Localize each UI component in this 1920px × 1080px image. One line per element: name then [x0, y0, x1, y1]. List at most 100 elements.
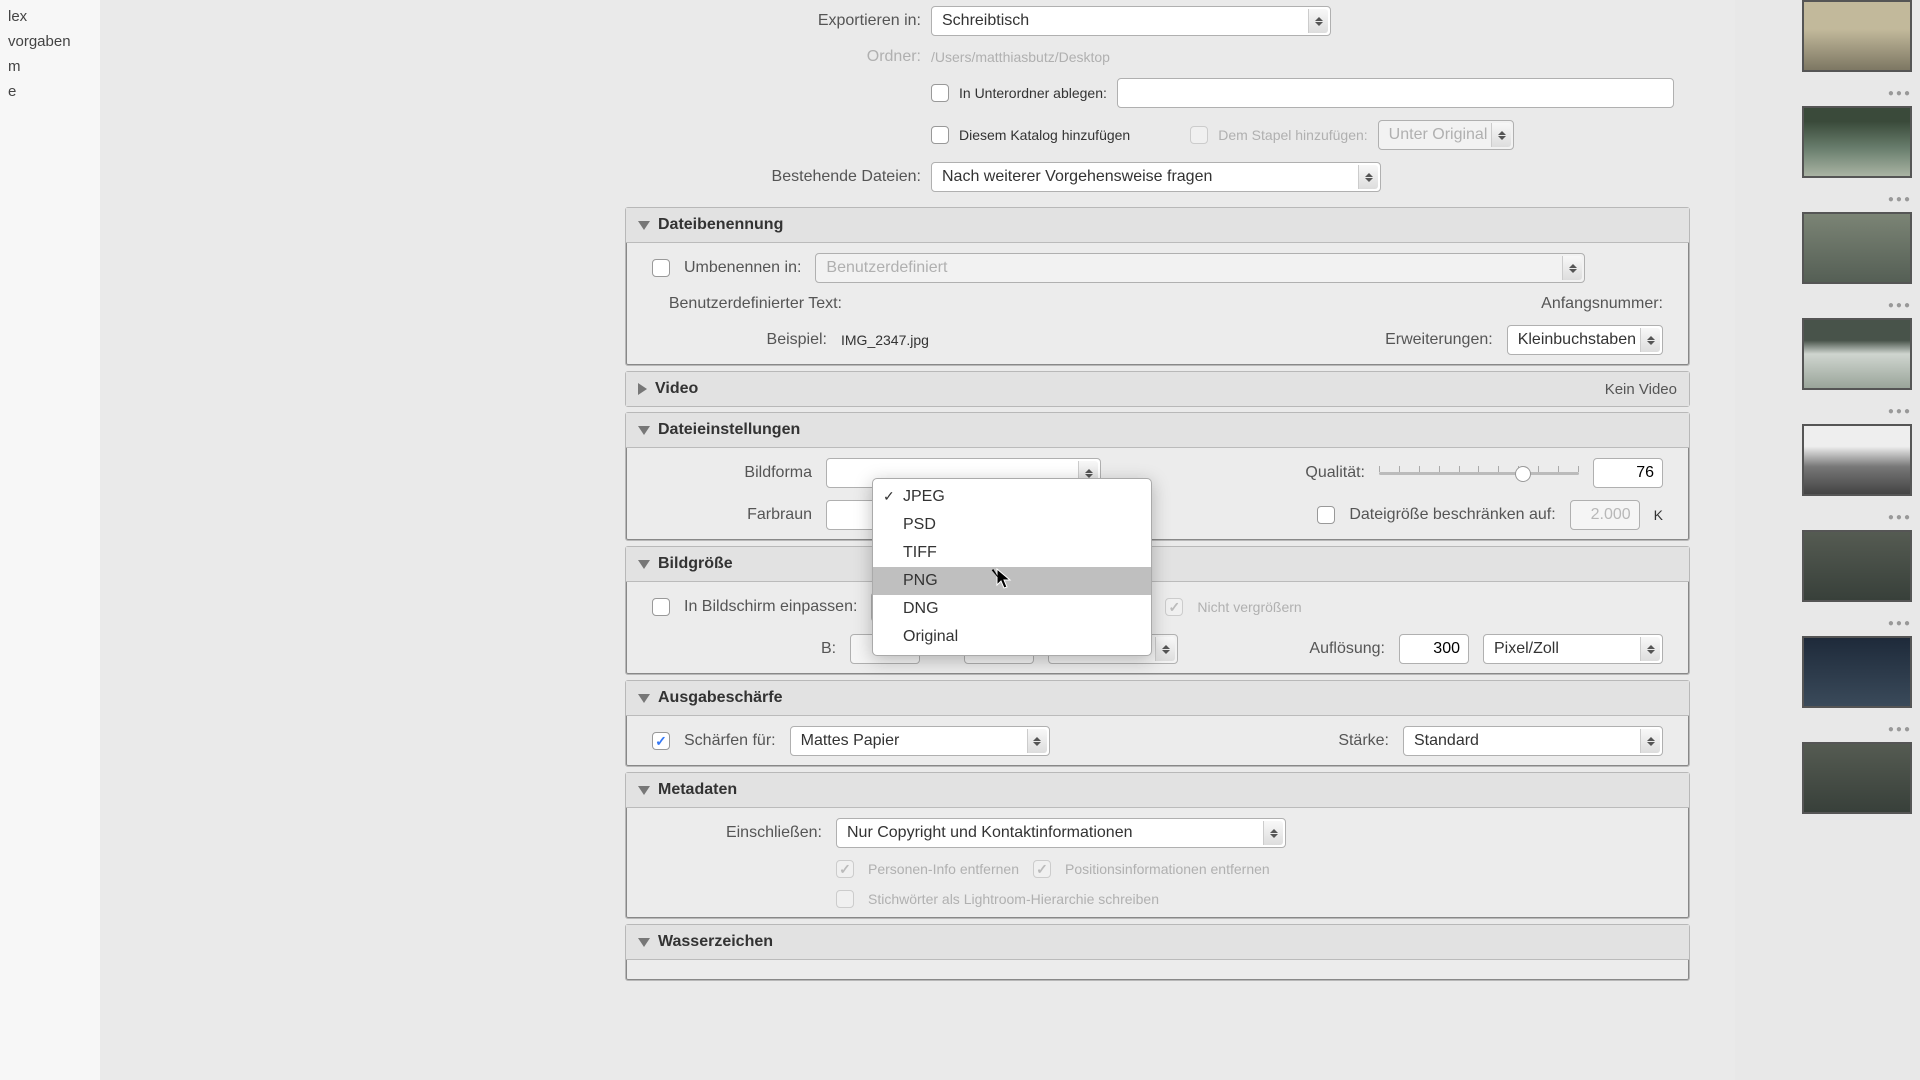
section-head-watermark[interactable]: Wasserzeichen — [626, 925, 1689, 960]
video-summary: Kein Video — [1605, 381, 1677, 398]
extensions-label: Erweiterungen: — [1385, 331, 1493, 349]
thumbnail[interactable] — [1802, 742, 1912, 814]
stack-dots-icon: ●●● — [1888, 300, 1912, 312]
stack-dots-icon: ●●● — [1888, 194, 1912, 206]
dont-enlarge-label: Nicht vergrößern — [1197, 599, 1301, 615]
limit-size-unit: K — [1654, 507, 1663, 523]
tree-item[interactable]: m — [0, 54, 100, 79]
export-to-select[interactable]: Schreibtisch — [931, 6, 1331, 36]
colorspace-label: Farbraun — [652, 506, 812, 524]
chevron-down-icon — [638, 938, 650, 947]
quality-label: Qualität: — [1305, 464, 1365, 482]
sharpen-for-label: Schärfen für: — [684, 732, 776, 750]
limit-size-input — [1570, 500, 1640, 530]
subfolder-input[interactable] — [1117, 78, 1674, 108]
stack-dots-icon: ●●● — [1888, 724, 1912, 736]
thumbnail[interactable] — [1802, 106, 1912, 178]
include-select[interactable]: Nur Copyright und Kontaktinformationen — [836, 818, 1286, 848]
resize-checkbox[interactable] — [652, 598, 670, 616]
rename-checkbox[interactable] — [652, 259, 670, 277]
export-dialog: Exportieren in: Schreibtisch Ordner: /Us… — [605, 0, 1710, 986]
resize-label: In Bildschirm einpassen: — [684, 598, 857, 616]
chevron-down-icon — [638, 426, 650, 435]
sharpen-amount-select[interactable]: Standard — [1403, 726, 1663, 756]
remove-people-label: Personen-Info entfernen — [868, 861, 1019, 877]
image-format-popup[interactable]: JPEG PSD TIFF PNG DNG Original — [872, 478, 1152, 656]
export-to-label: Exportieren in: — [641, 12, 921, 30]
resolution-unit-select[interactable]: Pixel/Zoll — [1483, 634, 1663, 664]
sharpen-checkbox[interactable] — [652, 732, 670, 750]
thumbnail[interactable] — [1802, 424, 1912, 496]
example-label: Beispiel: — [652, 331, 827, 349]
format-option-original[interactable]: Original — [873, 623, 1151, 651]
rename-label: Umbenennen in: — [684, 259, 801, 277]
dont-enlarge-checkbox — [1165, 598, 1183, 616]
quality-input[interactable] — [1593, 458, 1663, 488]
section-image-sizing: Bildgröße In Bildschirm einpassen: Breit… — [625, 546, 1690, 675]
section-watermark: Wasserzeichen — [625, 924, 1690, 981]
section-head-video[interactable]: Video Kein Video — [626, 372, 1689, 406]
chevron-down-icon — [638, 694, 650, 703]
keywords-hierarchy-checkbox — [836, 890, 854, 908]
format-option-dng[interactable]: DNG — [873, 595, 1151, 623]
left-preset-tree: lex vorgaben m e — [0, 0, 100, 1080]
example-value: IMG_2347.jpg — [841, 332, 929, 348]
subfolder-label: In Unterordner ablegen: — [959, 85, 1107, 101]
folder-label: Ordner: — [641, 48, 921, 66]
quality-slider[interactable] — [1379, 463, 1579, 483]
section-head-metadata[interactable]: Metadaten — [626, 773, 1689, 808]
thumbnail[interactable] — [1802, 636, 1912, 708]
thumbnail[interactable] — [1802, 318, 1912, 390]
limit-size-label: Dateigröße beschränken auf: — [1349, 506, 1555, 524]
tree-item[interactable]: e — [0, 79, 100, 104]
extensions-select[interactable]: Kleinbuchstaben — [1507, 325, 1663, 355]
sharpen-amount-label: Stärke: — [1338, 732, 1389, 750]
chevron-down-icon — [638, 786, 650, 795]
chevron-right-icon — [638, 383, 647, 395]
thumbnail-strip: ●●● ●●● ●●● ●●● ●●● ●●● ●●● — [1735, 0, 1920, 1080]
remove-location-label: Positionsinformationen entfernen — [1065, 861, 1270, 877]
section-head-naming[interactable]: Dateibenennung — [626, 208, 1689, 243]
limit-size-checkbox[interactable] — [1317, 506, 1335, 524]
section-output-sharpening: Ausgabeschärfe Schärfen für: Mattes Papi… — [625, 680, 1690, 767]
thumbnail[interactable] — [1802, 212, 1912, 284]
chevron-down-icon — [638, 221, 650, 230]
sharpen-for-select[interactable]: Mattes Papier — [790, 726, 1050, 756]
format-option-psd[interactable]: PSD — [873, 511, 1151, 539]
stack-dots-icon: ●●● — [1888, 618, 1912, 630]
add-stack-label: Dem Stapel hinzufügen: — [1218, 127, 1367, 143]
format-option-jpeg[interactable]: JPEG — [873, 483, 1151, 511]
thumbnail[interactable] — [1802, 530, 1912, 602]
folder-path: /Users/matthiasbutz/Desktop — [931, 49, 1674, 65]
start-number-label: Anfangsnummer: — [1541, 295, 1663, 313]
add-catalog-checkbox[interactable] — [931, 126, 949, 144]
section-head-sharpening[interactable]: Ausgabeschärfe — [626, 681, 1689, 716]
section-file-naming: Dateibenennung Umbenennen in: Benutzerde… — [625, 207, 1690, 366]
include-label: Einschließen: — [652, 824, 822, 842]
existing-files-select[interactable]: Nach weiterer Vorgehensweise fragen — [931, 162, 1381, 192]
resolution-input[interactable] — [1399, 634, 1469, 664]
section-head-sizing[interactable]: Bildgröße — [626, 547, 1689, 582]
keywords-hierarchy-label: Stichwörter als Lightroom-Hierarchie sch… — [868, 891, 1159, 907]
section-video: Video Kein Video — [625, 371, 1690, 407]
existing-files-label: Bestehende Dateien: — [641, 168, 921, 186]
stack-position-select: Unter Original — [1378, 120, 1515, 150]
add-catalog-label: Diesem Katalog hinzufügen — [959, 127, 1130, 143]
subfolder-checkbox[interactable] — [931, 84, 949, 102]
add-stack-checkbox — [1190, 126, 1208, 144]
chevron-down-icon — [638, 560, 650, 569]
tree-item[interactable]: lex — [0, 4, 100, 29]
thumbnail[interactable] — [1802, 0, 1912, 72]
section-head-file-settings[interactable]: Dateieinstellungen — [626, 413, 1689, 448]
tree-item[interactable]: vorgaben — [0, 29, 100, 54]
format-option-tiff[interactable]: TIFF — [873, 539, 1151, 567]
stack-dots-icon: ●●● — [1888, 512, 1912, 524]
remove-location-checkbox — [1033, 860, 1051, 878]
image-format-label: Bildforma — [652, 464, 812, 482]
width-label: B: — [821, 640, 836, 658]
remove-people-checkbox — [836, 860, 854, 878]
stack-dots-icon: ●●● — [1888, 406, 1912, 418]
stack-dots-icon: ●●● — [1888, 88, 1912, 100]
custom-text-label: Benutzerdefinierter Text: — [652, 295, 842, 313]
rename-template-select: Benutzerdefiniert — [815, 253, 1585, 283]
